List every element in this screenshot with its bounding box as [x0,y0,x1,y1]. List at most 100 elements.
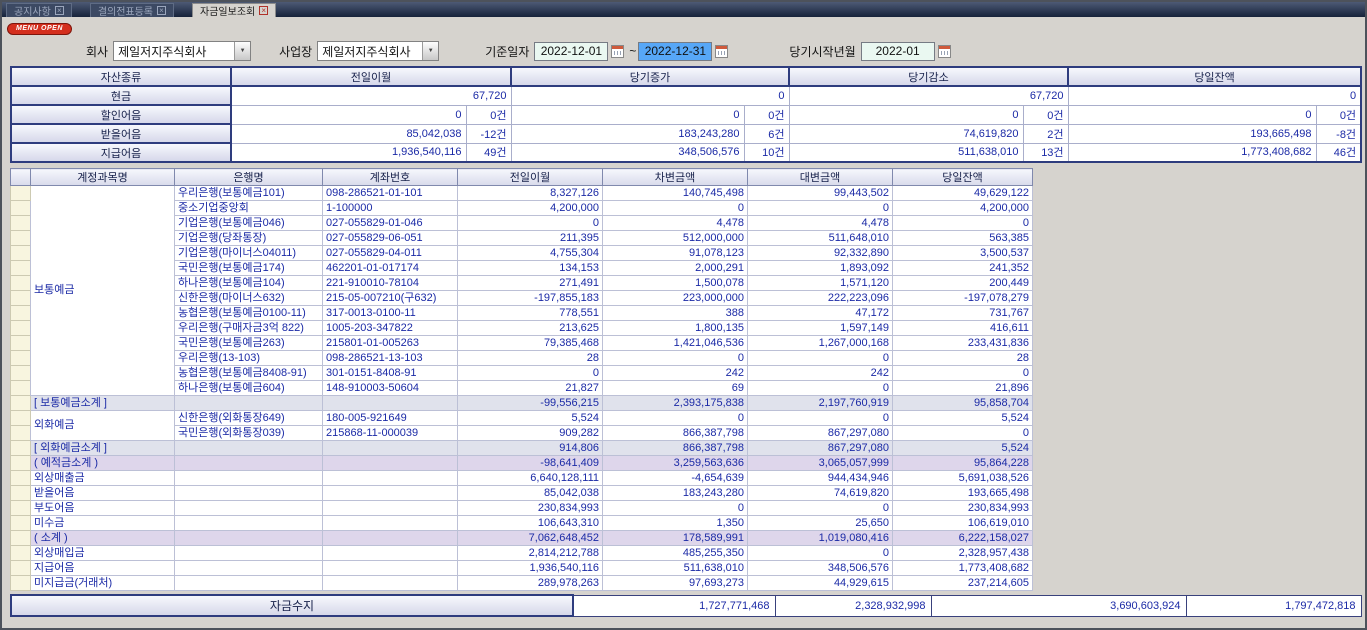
row-indicator[interactable] [11,516,31,531]
amount-cell: 106,619,010 [893,516,1033,531]
detail-column-header: 대변금액 [748,169,893,186]
menu-open-button[interactable]: MENU OPEN [7,23,72,35]
row-indicator[interactable] [11,486,31,501]
bank-name-cell [175,501,323,516]
amount-cell: 242 [748,366,893,381]
row-indicator[interactable] [11,471,31,486]
table-row[interactable]: 받을어음85,042,038183,243,28074,619,820193,6… [11,486,1033,501]
account-number-cell: 462201-01-017174 [323,261,458,276]
chevron-down-icon[interactable]: ▼ [422,42,438,60]
table-row[interactable]: ( 소계 )7,062,648,452178,589,9911,019,080,… [11,531,1033,546]
tab-close-icon[interactable]: × [259,6,268,15]
amount-cell: 289,978,263 [458,576,603,591]
amount-cell: 25,650 [748,516,893,531]
chevron-down-icon[interactable]: ▼ [234,42,250,60]
summary-header-row: 자산종류전일이월당기증가당기감소당일잔액 [11,67,1361,86]
row-indicator[interactable] [11,381,31,396]
table-row[interactable]: 외상매출금6,640,128,111-4,654,639944,434,9465… [11,471,1033,486]
account-number-cell: 098-286521-13-103 [323,351,458,366]
summary-row[interactable]: 할인어음00건00건00건00건 [11,105,1361,124]
row-indicator[interactable] [11,246,31,261]
calendar-icon[interactable] [611,45,624,58]
detail-column-header: 계정과목명 [31,169,175,186]
amount-cell: 95,858,704 [893,396,1033,411]
tab-close-icon[interactable]: × [157,6,166,15]
table-row[interactable]: 부도어음230,834,99300230,834,993 [11,501,1033,516]
row-indicator[interactable] [11,456,31,471]
summary-row[interactable]: 받을어음85,042,038-12건183,243,2806건74,619,82… [11,124,1361,143]
row-indicator[interactable] [11,186,31,201]
bank-name-cell: 국민은행(외화통장039) [175,426,323,441]
bank-name-cell [175,441,323,456]
row-indicator[interactable] [11,396,31,411]
summary-row[interactable]: 지급어음1,936,540,11649건348,506,57610건511,63… [11,143,1361,162]
period-start-input[interactable] [861,42,935,61]
row-indicator[interactable] [11,411,31,426]
tab-item[interactable]: 공지사항× [6,3,72,17]
account-name-cell: [ 외화예금소계 ] [31,441,175,456]
table-row[interactable]: 외상매입금2,814,212,788485,255,35002,328,957,… [11,546,1033,561]
row-indicator[interactable] [11,276,31,291]
count-cell: 0건 [1316,105,1361,124]
row-indicator[interactable] [11,561,31,576]
row-indicator[interactable] [11,306,31,321]
row-indicator[interactable] [11,351,31,366]
row-indicator[interactable] [11,336,31,351]
count-cell: 6건 [744,124,789,143]
table-row[interactable]: 미수금106,643,3101,35025,650106,619,010 [11,516,1033,531]
tab-item[interactable]: 자금일보조회× [192,3,276,17]
detail-table: 계정과목명은행명계좌번호전일이월차변금액대변금액당일잔액 보통예금우리은행(보통… [10,168,1033,591]
row-indicator[interactable] [11,201,31,216]
count-cell: 0건 [744,105,789,124]
date-from-input[interactable] [534,42,608,61]
row-indicator[interactable] [11,501,31,516]
row-indicator[interactable] [11,576,31,591]
tab-item[interactable]: 결의전표등록× [90,3,174,17]
summary-column-header: 당일잔액 [1068,67,1361,86]
footer-amount-cell: 1,727,771,468 [573,595,775,616]
account-number-cell [323,396,458,411]
amount-cell: 91,078,123 [603,246,748,261]
row-indicator[interactable] [11,216,31,231]
row-indicator[interactable] [11,366,31,381]
amount-cell: 28 [458,351,603,366]
table-row[interactable]: 보통예금우리은행(보통예금101)098-286521-01-1018,327,… [11,186,1033,201]
summary-row[interactable]: 현금67,720067,7200 [11,86,1361,105]
amount-cell: 92,332,890 [748,246,893,261]
bank-name-cell [175,531,323,546]
amount-cell: 0 [893,366,1033,381]
calendar-icon[interactable] [715,45,728,58]
amount-cell: 1,773,408,682 [1068,143,1316,162]
count-cell: -12건 [466,124,511,143]
row-indicator[interactable] [11,261,31,276]
company-select[interactable]: 제일저지주식회사 ▼ [113,41,251,61]
app-window: 공지사항×결의전표등록×자금일보조회× MENU OPEN 회사 제일저지주식회… [0,0,1367,630]
date-to-input[interactable] [638,42,712,61]
table-row[interactable]: [ 외화예금소계 ]914,806866,387,798867,297,0805… [11,441,1033,456]
table-row[interactable]: 지급어음1,936,540,116511,638,010348,506,5761… [11,561,1033,576]
detail-column-header: 전일이월 [458,169,603,186]
row-indicator[interactable] [11,531,31,546]
amount-cell: 106,643,310 [458,516,603,531]
tab-close-icon[interactable]: × [55,6,64,15]
row-indicator[interactable] [11,441,31,456]
row-indicator[interactable] [11,546,31,561]
amount-cell: 2,393,175,838 [603,396,748,411]
row-indicator[interactable] [11,426,31,441]
bank-name-cell [175,396,323,411]
row-indicator[interactable] [11,321,31,336]
table-row[interactable]: ( 예적금소계 )-98,641,4093,259,563,6363,065,0… [11,456,1033,471]
row-indicator[interactable] [11,291,31,306]
bank-name-cell: 농협은행(보통예금0100-11) [175,306,323,321]
bank-name-cell: 신한은행(마이너스632) [175,291,323,306]
amount-cell: 0 [231,105,466,124]
row-indicator[interactable] [11,231,31,246]
account-number-cell [323,531,458,546]
site-select[interactable]: 제일저지주식회사 ▼ [317,41,439,61]
calendar-icon[interactable] [938,45,951,58]
amount-cell: -99,556,215 [458,396,603,411]
account-number-cell: 180-005-921649 [323,411,458,426]
table-row[interactable]: 외화예금신한은행(외화통장649)180-005-9216495,524005,… [11,411,1033,426]
table-row[interactable]: [ 보통예금소계 ]-99,556,2152,393,175,8382,197,… [11,396,1033,411]
table-row[interactable]: 미지급금(거래처)289,978,26397,693,27344,929,615… [11,576,1033,591]
